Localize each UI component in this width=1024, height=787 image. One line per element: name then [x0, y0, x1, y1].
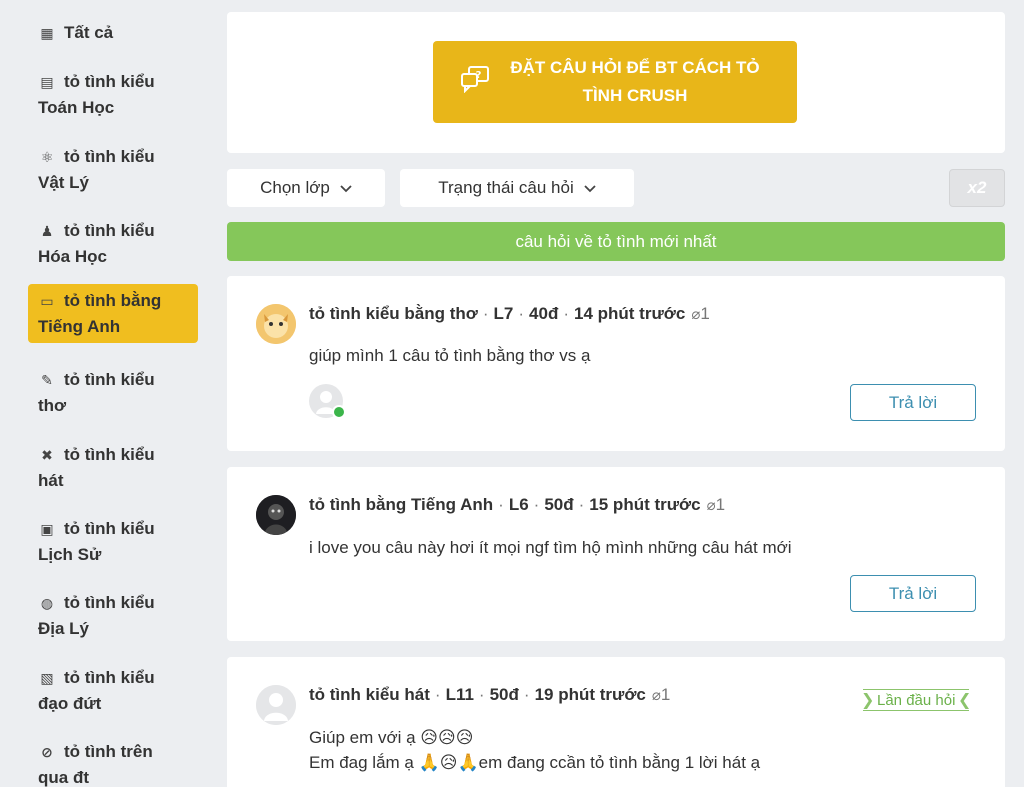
- sidebar-item-english[interactable]: ▭ tỏ tình bằng Tiếng Anh: [28, 284, 198, 343]
- sidebar-item-label: tỏ tình kiểu: [64, 221, 155, 240]
- class-select[interactable]: Chọn lớp: [227, 169, 385, 207]
- reply-button[interactable]: Trả lời: [850, 384, 976, 421]
- question-subject[interactable]: tỏ tình kiểu hát: [309, 685, 430, 704]
- sidebar-item-label: Toán Học: [38, 98, 115, 117]
- question-points: 50đ: [544, 495, 574, 514]
- ask-question-button[interactable]: ? ĐẶT CÂU HỎI ĐỂ BT CÁCH TỎ TÌNH CRUSH: [433, 41, 797, 123]
- chevron-down-icon: [340, 180, 352, 196]
- status-select[interactable]: Trạng thái câu hỏi: [400, 169, 634, 207]
- question-time: 19 phút trước: [534, 685, 646, 704]
- book-pen-icon: ✎: [41, 372, 53, 388]
- atom-icon: ⚛: [40, 149, 54, 165]
- math-icon: ▤: [40, 74, 54, 90]
- question-meta: tỏ tình kiểu bằng thơ · L7 · 40đ · 14 phút trư…: [309, 304, 710, 323]
- question-text[interactable]: i love you câu này hơi ít mọi ngf tìm hộ…: [309, 535, 792, 560]
- paperclip-icon: ⌀: [651, 687, 661, 704]
- sidebar-item-ethics[interactable]: ▧ tỏ tình kiểu đạo đứt: [28, 661, 198, 720]
- english-icon: ▭: [40, 293, 54, 309]
- sidebar-item-label: Hóa Học: [38, 247, 107, 266]
- question-grade: L6: [508, 495, 529, 514]
- ethics-icon: ▧: [40, 670, 54, 686]
- music-icon: ✖: [41, 447, 53, 463]
- chevron-down-icon: [584, 180, 596, 196]
- sidebar-item-label: tỏ tình kiểu: [64, 668, 155, 687]
- sidebar-item-label: tỏ tình kiểu: [64, 593, 155, 612]
- question-grade: L7: [493, 304, 514, 323]
- sidebar: ▦ Tất cả ▤ tỏ tình kiểu Toán Học ⚛ tỏ tình …: [0, 0, 212, 787]
- history-icon: ▣: [40, 521, 54, 537]
- question-meta: tỏ tình kiểu hát · L11 · 50đ · 19 phút trước ⌀1: [309, 685, 671, 704]
- sidebar-item-chemistry[interactable]: ♟ tỏ tình kiểu Hóa Học: [28, 214, 198, 273]
- sidebar-item-singing[interactable]: ✖ tỏ tình kiểu hát: [28, 438, 198, 497]
- sidebar-item-label: tỏ tình kiểu: [64, 72, 155, 91]
- question-grade: L11: [445, 685, 474, 704]
- question-meta: tỏ tình bằng Tiếng Anh · L6 · 50đ · 15 phút tr…: [309, 495, 726, 514]
- sidebar-item-label: Tiếng Anh: [38, 317, 121, 336]
- question-card[interactable]: tỏ tình kiểu hát · L11 · 50đ · 19 phút trước ⌀1…: [227, 657, 1005, 787]
- attachment-count: 1: [700, 304, 710, 323]
- globe-icon: ◍: [40, 595, 54, 611]
- question-text[interactable]: giúp mình 1 câu tỏ tình bằng thơ vs ạ: [309, 343, 590, 368]
- attachment-count: 1: [660, 685, 671, 704]
- question-subject[interactable]: tỏ tình bằng Tiếng Anh: [309, 495, 493, 514]
- status-select-label: Trạng thái câu hỏi: [438, 178, 574, 197]
- sidebar-item-label: tỏ tình trên: [64, 742, 153, 761]
- sidebar-item-label: Địa Lý: [38, 619, 90, 638]
- class-select-label: Chọn lớp: [260, 178, 330, 197]
- sidebar-item-geography[interactable]: ◍ tỏ tình kiểu Địa Lý: [28, 586, 198, 645]
- verified-icon: [332, 405, 346, 419]
- sidebar-item-phone[interactable]: ⊘ tỏ tình trên qua đt: [28, 735, 198, 787]
- svg-text:?: ?: [476, 70, 482, 81]
- sidebar-item-label: qua đt: [38, 768, 89, 787]
- question-time: 14 phút trước: [574, 304, 686, 323]
- ask-button-line2: TÌNH CRUSH: [582, 86, 688, 105]
- question-text[interactable]: Giúp em với ạ 😥😥😥 Em đag lắm ạ 🙏😥🙏em đan…: [309, 725, 760, 775]
- sidebar-item-label: tỏ tình kiểu: [64, 370, 155, 389]
- first-question-badge: Lần đầu hỏi: [861, 689, 972, 711]
- grid-icon: ▦: [40, 25, 54, 41]
- phone-icon: ⊘: [41, 744, 53, 760]
- question-subject[interactable]: tỏ tình kiểu bằng thơ: [309, 304, 478, 323]
- sidebar-item-label: tỏ tình kiểu: [64, 147, 155, 166]
- attachment-count: 1: [715, 495, 726, 514]
- sidebar-item-history[interactable]: ▣ tỏ tình kiểu Lịch Sử: [28, 512, 198, 571]
- sidebar-item-label: Lịch Sử: [38, 545, 102, 564]
- chat-question-icon: ?: [460, 65, 490, 100]
- flask-icon: ♟: [40, 223, 54, 239]
- sidebar-item-all[interactable]: ▦ Tất cả: [28, 16, 198, 50]
- paperclip-icon: ⌀: [706, 497, 716, 514]
- question-card[interactable]: tỏ tình kiểu bằng thơ · L7 · 40đ · 14 phút trư…: [227, 276, 1005, 451]
- question-text-line1: Giúp em với ạ 😥😥😥: [309, 728, 474, 747]
- sidebar-item-label: tỏ tình kiểu: [64, 519, 155, 538]
- x2-button[interactable]: x2: [949, 169, 1005, 207]
- sidebar-item-math[interactable]: ▤ tỏ tình kiểu Toán Học: [28, 65, 198, 124]
- question-time: 15 phút trước: [589, 495, 701, 514]
- sidebar-item-label: tỏ tình kiểu: [64, 445, 155, 464]
- sidebar-item-label: thơ: [38, 396, 67, 415]
- avatar[interactable]: [256, 685, 296, 725]
- sidebar-item-label: Tất cả: [64, 23, 114, 42]
- reply-button[interactable]: Trả lời: [850, 575, 976, 612]
- question-points: 50đ: [489, 685, 519, 704]
- sidebar-item-label: đạo đứt: [38, 694, 102, 713]
- sidebar-item-poetry[interactable]: ✎ tỏ tình kiểu thơ: [28, 363, 198, 422]
- latest-questions-banner: câu hỏi về tỏ tình mới nhất: [227, 222, 1005, 261]
- paperclip-icon: ⌀: [691, 306, 701, 323]
- question-card[interactable]: tỏ tình bằng Tiếng Anh · L6 · 50đ · 15 phút tr…: [227, 467, 1005, 641]
- sidebar-item-label: Vật Lý: [38, 173, 90, 192]
- question-points: 40đ: [529, 304, 559, 323]
- ask-button-line1: ĐẶT CÂU HỎI ĐỂ BT CÁCH TỎ: [510, 58, 760, 77]
- sidebar-item-label: tỏ tình bằng: [64, 291, 162, 310]
- avatar[interactable]: [256, 495, 296, 535]
- ask-card: ? ĐẶT CÂU HỎI ĐỂ BT CÁCH TỎ TÌNH CRUSH: [227, 12, 1005, 153]
- sidebar-item-label: hát: [38, 471, 64, 490]
- question-text-line2: Em đag lắm ạ 🙏😥🙏em đang ccần tỏ tình bằn…: [309, 753, 761, 772]
- avatar[interactable]: [256, 304, 296, 344]
- sidebar-item-physics[interactable]: ⚛ tỏ tình kiểu Vật Lý: [28, 140, 198, 199]
